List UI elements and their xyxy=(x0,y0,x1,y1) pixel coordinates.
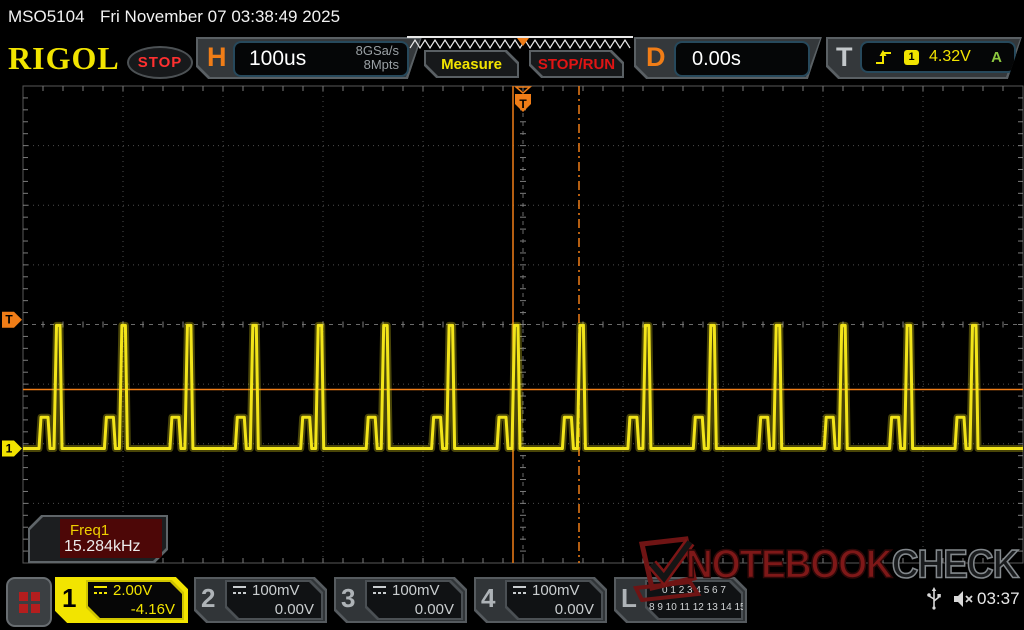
memory-strip-position-marker[interactable] xyxy=(517,38,529,46)
measurement-name: Freq1 xyxy=(70,522,109,539)
svg-text:T: T xyxy=(5,313,13,327)
oscilloscope-screen: MSO5104 Fri November 07 03:38:49 2025 RI… xyxy=(0,0,1024,630)
svg-text:1: 1 xyxy=(6,442,13,456)
measurement-value: 15.284kHz xyxy=(64,538,141,556)
measurement-item[interactable]: Freq1 15.284kHz xyxy=(60,519,162,558)
measurement-panel[interactable]: Freq1 15.284kHz xyxy=(28,515,168,563)
svg-text:T: T xyxy=(519,97,527,111)
